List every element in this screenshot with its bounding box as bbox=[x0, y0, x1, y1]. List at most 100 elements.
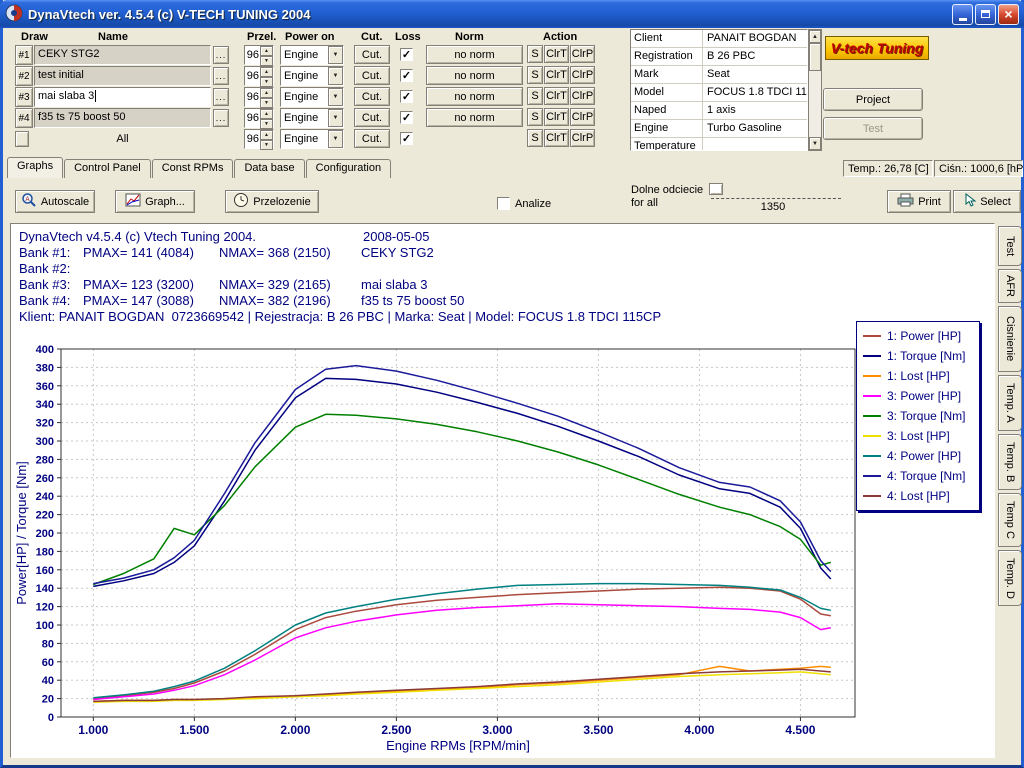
action-clrt-button[interactable]: ClrT bbox=[544, 66, 569, 84]
norm-button[interactable]: no norm bbox=[426, 108, 523, 127]
tab-data-base[interactable]: Data base bbox=[234, 159, 304, 178]
przel-spinner[interactable]: 96▲▼ bbox=[244, 66, 274, 86]
cut-button[interactable]: Cut. bbox=[354, 45, 390, 64]
side-tab-cisnienie[interactable]: Cisnienie bbox=[998, 306, 1022, 372]
side-tab-temp-a[interactable]: Temp. A bbox=[998, 375, 1022, 431]
bank-number-button[interactable]: #1 bbox=[15, 45, 33, 65]
side-tab-temp-d[interactable]: Temp. D bbox=[998, 550, 1022, 606]
cut-button[interactable]: Cut. bbox=[354, 108, 390, 127]
client-value[interactable]: 1 axis bbox=[703, 102, 807, 119]
action-clrt-button[interactable]: ClrT bbox=[544, 45, 569, 63]
loss-checkbox[interactable]: ✓ bbox=[400, 48, 413, 61]
norm-button[interactable]: no norm bbox=[426, 45, 523, 64]
action-s-button[interactable]: S bbox=[527, 108, 543, 126]
spinner-down-icon[interactable]: ▼ bbox=[260, 98, 273, 108]
action-clrp-button[interactable]: ClrP bbox=[570, 87, 595, 105]
client-value[interactable] bbox=[703, 138, 807, 151]
print-button[interactable]: Print bbox=[887, 190, 951, 213]
action-s-button[interactable]: S bbox=[527, 45, 543, 63]
loss-checkbox[interactable]: ✓ bbox=[400, 69, 413, 82]
power-on-select[interactable]: Engine▼ bbox=[280, 129, 344, 149]
cut-button[interactable]: Cut. bbox=[354, 87, 390, 106]
spinner-down-icon[interactable]: ▼ bbox=[260, 119, 273, 129]
spinner-up-icon[interactable]: ▲ bbox=[260, 109, 273, 119]
client-value[interactable]: PANAIT BOGDAN bbox=[703, 30, 807, 47]
bank-more-button[interactable]: ... bbox=[213, 67, 229, 85]
combo-arrow-icon[interactable]: ▼ bbox=[328, 109, 343, 127]
action-s-button[interactable]: S bbox=[527, 129, 543, 147]
action-s-button[interactable]: S bbox=[527, 66, 543, 84]
scroll-up-icon[interactable]: ▲ bbox=[809, 30, 821, 43]
all-star-button[interactable] bbox=[15, 131, 29, 147]
loss-checkbox[interactable]: ✓ bbox=[400, 90, 413, 103]
loss-checkbox[interactable]: ✓ bbox=[400, 111, 413, 124]
action-s-button[interactable]: S bbox=[527, 87, 543, 105]
action-clrp-button[interactable]: ClrP bbox=[570, 66, 595, 84]
autoscale-button[interactable]: A Autoscale bbox=[15, 190, 95, 213]
bank-name-field[interactable]: f35 ts 75 boost 50 bbox=[34, 108, 211, 128]
norm-button[interactable]: no norm bbox=[426, 87, 523, 106]
bank-name-field[interactable]: mai slaba 3 bbox=[34, 87, 211, 107]
side-tab-temp-b[interactable]: Temp. B bbox=[998, 434, 1022, 490]
norm-button[interactable]: no norm bbox=[426, 66, 523, 85]
loss-checkbox[interactable]: ✓ bbox=[400, 132, 413, 145]
power-on-select[interactable]: Engine▼ bbox=[280, 66, 344, 86]
przel-spinner[interactable]: 96▲▼ bbox=[244, 87, 274, 107]
side-tab-test[interactable]: Test bbox=[998, 226, 1022, 266]
spinner-up-icon[interactable]: ▲ bbox=[260, 88, 273, 98]
power-on-select[interactable]: Engine▼ bbox=[280, 45, 344, 65]
lower-cutoff-slider[interactable]: 1350 bbox=[707, 183, 843, 215]
close-button[interactable]: × bbox=[998, 4, 1019, 25]
slider-handle[interactable] bbox=[709, 183, 723, 195]
spinner-up-icon[interactable]: ▲ bbox=[260, 67, 273, 77]
spinner-down-icon[interactable]: ▼ bbox=[260, 140, 273, 150]
action-clrt-button[interactable]: ClrT bbox=[544, 87, 569, 105]
action-clrt-button[interactable]: ClrT bbox=[544, 129, 569, 147]
power-on-select[interactable]: Engine▼ bbox=[280, 87, 344, 107]
scrollbar-thumb[interactable] bbox=[809, 43, 821, 71]
tab-configuration[interactable]: Configuration bbox=[306, 159, 391, 178]
combo-arrow-icon[interactable]: ▼ bbox=[328, 46, 343, 64]
spinner-down-icon[interactable]: ▼ bbox=[260, 56, 273, 66]
bank-name-field[interactable]: test initial bbox=[34, 66, 211, 86]
power-on-select[interactable]: Engine▼ bbox=[280, 108, 344, 128]
bank-number-button[interactable]: #3 bbox=[15, 87, 33, 107]
side-tab-afr[interactable]: AFR bbox=[998, 269, 1022, 303]
action-clrp-button[interactable]: ClrP bbox=[570, 129, 595, 147]
tab-graphs[interactable]: Graphs bbox=[7, 157, 63, 178]
spinner-up-icon[interactable]: ▲ bbox=[260, 130, 273, 140]
combo-arrow-icon[interactable]: ▼ bbox=[328, 130, 343, 148]
select-button[interactable]: Select bbox=[953, 190, 1021, 213]
bank-number-button[interactable]: #2 bbox=[15, 66, 33, 86]
przelozenie-button[interactable]: Przelozenie bbox=[225, 190, 319, 213]
analize-checkbox[interactable] bbox=[497, 197, 510, 210]
client-value[interactable]: FOCUS 1.8 TDCI 115CP bbox=[703, 84, 807, 101]
przel-spinner[interactable]: 96▲▼ bbox=[244, 129, 274, 149]
cut-button[interactable]: Cut. bbox=[354, 129, 390, 148]
minimize-button[interactable] bbox=[952, 4, 973, 25]
spinner-down-icon[interactable]: ▼ bbox=[260, 77, 273, 87]
tab-control-panel[interactable]: Control Panel bbox=[64, 159, 151, 178]
client-value[interactable]: B 26 PBC bbox=[703, 48, 807, 65]
bank-more-button[interactable]: ... bbox=[213, 88, 229, 106]
cut-button[interactable]: Cut. bbox=[354, 66, 390, 85]
spinner-up-icon[interactable]: ▲ bbox=[260, 46, 273, 56]
maximize-button[interactable] bbox=[975, 4, 996, 25]
przel-spinner[interactable]: 96▲▼ bbox=[244, 108, 274, 128]
bank-more-button[interactable]: ... bbox=[213, 46, 229, 64]
combo-arrow-icon[interactable]: ▼ bbox=[328, 67, 343, 85]
scroll-down-icon[interactable]: ▼ bbox=[809, 137, 821, 150]
action-clrp-button[interactable]: ClrP bbox=[570, 45, 595, 63]
tab-const-rpms[interactable]: Const RPMs bbox=[152, 159, 234, 178]
titlebar[interactable]: DynaVtech ver. 4.5.4 (c) V-TECH TUNING 2… bbox=[0, 0, 1024, 28]
slider-track[interactable] bbox=[711, 198, 841, 199]
combo-arrow-icon[interactable]: ▼ bbox=[328, 88, 343, 106]
przel-spinner[interactable]: 96▲▼ bbox=[244, 45, 274, 65]
action-clrt-button[interactable]: ClrT bbox=[544, 108, 569, 126]
bank-more-button[interactable]: ... bbox=[213, 109, 229, 127]
project-button[interactable]: Project bbox=[823, 88, 923, 111]
side-tab-temp-c[interactable]: Temp C bbox=[998, 493, 1022, 547]
bank-number-button[interactable]: #4 bbox=[15, 108, 33, 128]
graph-button[interactable]: Graph... bbox=[115, 190, 195, 213]
client-value[interactable]: Seat bbox=[703, 66, 807, 83]
